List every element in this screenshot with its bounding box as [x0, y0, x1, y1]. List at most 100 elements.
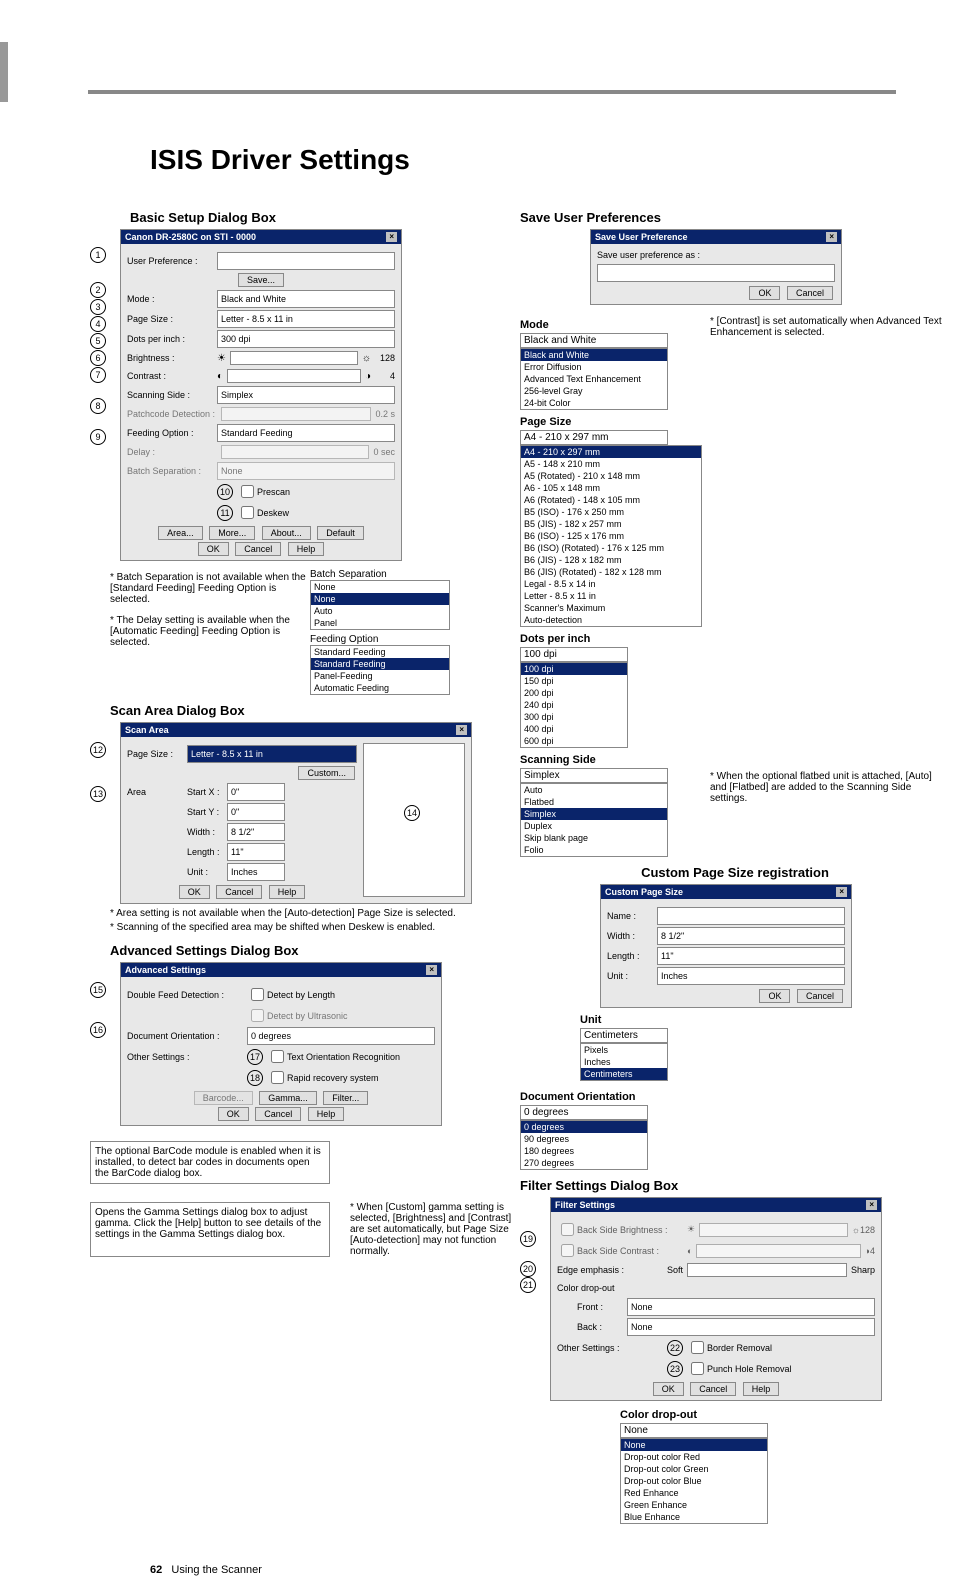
sa-ok-button[interactable]: OK: [179, 885, 210, 899]
width-field[interactable]: 8 1/2": [227, 823, 285, 841]
back-field[interactable]: None: [627, 1318, 875, 1336]
close-icon[interactable]: ×: [456, 725, 467, 735]
back-contrast-slider: [696, 1244, 860, 1258]
custom-dlg-title: Custom Page Size: [605, 887, 683, 897]
edge-slider[interactable]: [687, 1263, 847, 1277]
area-button[interactable]: Area...: [158, 526, 203, 540]
detect-length-check[interactable]: [251, 988, 264, 1001]
text-orient-check[interactable]: [271, 1050, 284, 1063]
batch-sep-list[interactable]: None None Auto Panel: [310, 580, 450, 630]
doc-orient-field[interactable]: 0 degrees: [247, 1027, 435, 1045]
brightness-slider[interactable]: [230, 351, 358, 365]
dropout-list[interactable]: None Drop-out color Red Drop-out color G…: [620, 1438, 768, 1524]
doc-orient-combo[interactable]: 0 degrees: [520, 1105, 648, 1120]
pagesize-field[interactable]: Letter - 8.5 x 11 in: [217, 310, 395, 328]
sp-cancel-button[interactable]: Cancel: [787, 286, 833, 300]
pagesize-list[interactable]: A4 - 210 x 297 mm A5 - 148 x 210 mm A5 (…: [520, 445, 702, 627]
save-button[interactable]: Save...: [238, 273, 284, 287]
mode-list[interactable]: Black and White Error Diffusion Advanced…: [520, 348, 668, 410]
punch-label: Punch Hole Removal: [707, 1364, 792, 1374]
close-icon[interactable]: ×: [866, 1200, 877, 1210]
save-pref-dialog: Save User Preference× Save user preferen…: [590, 229, 842, 305]
mode-combo[interactable]: Black and White: [520, 333, 668, 348]
filter-dlg-title: Filter Settings: [555, 1200, 615, 1210]
filter-ok-button[interactable]: OK: [653, 1382, 684, 1396]
scanside-field[interactable]: Simplex: [217, 386, 395, 404]
note-gamma: Opens the Gamma Settings dialog box to a…: [90, 1202, 330, 1257]
cp-length-field[interactable]: 11": [657, 947, 845, 965]
doc-orient-list[interactable]: 0 degrees 90 degrees 180 degrees 270 deg…: [520, 1120, 648, 1170]
patch-val: 0.2 s: [375, 409, 395, 419]
rapid-check[interactable]: [271, 1071, 284, 1084]
unit-head: Unit: [580, 1014, 950, 1026]
filter-help-button[interactable]: Help: [743, 1382, 780, 1396]
sa-cancel-button[interactable]: Cancel: [216, 885, 262, 899]
scanside-list[interactable]: Auto Flatbed Simplex Duplex Skip blank p…: [520, 783, 668, 857]
cp-name-lbl: Name :: [607, 911, 657, 921]
sp-ok-button[interactable]: OK: [749, 286, 780, 300]
dpi-field[interactable]: 300 dpi: [217, 330, 395, 348]
mode-field[interactable]: Black and White: [217, 290, 395, 308]
filter-button[interactable]: Filter...: [323, 1091, 368, 1105]
unit-field[interactable]: Inches: [227, 863, 285, 881]
save-pref-input[interactable]: [597, 264, 835, 282]
about-button[interactable]: About...: [262, 526, 311, 540]
close-icon[interactable]: ×: [826, 232, 837, 242]
top-border: [88, 90, 896, 94]
adv-help-button[interactable]: Help: [308, 1107, 345, 1121]
sa-pagesize-field[interactable]: Letter - 8.5 x 11 in: [187, 745, 357, 763]
close-icon[interactable]: ×: [426, 965, 437, 975]
ok-button[interactable]: OK: [198, 542, 229, 556]
startx-field[interactable]: 0": [227, 783, 285, 801]
sa-area-lbl: Area: [127, 787, 187, 797]
cp-ok-button[interactable]: OK: [759, 989, 790, 1003]
cp-name-field[interactable]: [657, 907, 845, 925]
mode-head: Mode: [520, 319, 700, 331]
cp-cancel-button[interactable]: Cancel: [797, 989, 843, 1003]
deskew-check[interactable]: [241, 506, 254, 519]
back-bright-check[interactable]: [561, 1223, 574, 1236]
custom-button[interactable]: Custom...: [298, 766, 355, 780]
close-icon[interactable]: ×: [836, 887, 847, 897]
feed-opt-list[interactable]: Standard Feeding Standard Feeding Panel-…: [310, 645, 450, 695]
sa-help-button[interactable]: Help: [269, 885, 306, 899]
note-flatbed: * When the optional flatbed unit is atta…: [710, 751, 950, 854]
default-button[interactable]: Default: [317, 526, 364, 540]
unit-list[interactable]: Pixels Inches Centimeters: [580, 1043, 668, 1081]
cancel-button[interactable]: Cancel: [235, 542, 281, 556]
basic-setup-title: Basic Setup Dialog Box: [130, 210, 520, 225]
scanside-combo[interactable]: Simplex: [520, 768, 668, 783]
detect-ultra-check: [251, 1009, 264, 1022]
starty-field[interactable]: 0": [227, 803, 285, 821]
filter-title: Filter Settings Dialog Box: [520, 1178, 950, 1193]
punch-check[interactable]: [691, 1362, 704, 1375]
brightness-label: Brightness :: [127, 353, 217, 363]
gamma-button[interactable]: Gamma...: [259, 1091, 317, 1105]
contrast-slider[interactable]: [227, 369, 361, 383]
front-field[interactable]: None: [627, 1298, 875, 1316]
basic-setup-dialog: Canon DR-2580C on STI - 0000× User Prefe…: [120, 229, 402, 561]
cp-unit-field[interactable]: Inches: [657, 967, 845, 985]
save-pref-dlg-title: Save User Preference: [595, 232, 688, 242]
dpi-list[interactable]: 100 dpi 150 dpi 200 dpi 240 dpi 300 dpi …: [520, 662, 628, 748]
pagesize-combo[interactable]: A4 - 210 x 297 mm: [520, 430, 668, 445]
unit-combo[interactable]: Centimeters: [580, 1028, 668, 1043]
back-contrast-check[interactable]: [561, 1244, 574, 1257]
more-button[interactable]: More...: [209, 526, 255, 540]
scanside-label: Scanning Side :: [127, 390, 217, 400]
dpi-combo[interactable]: 100 dpi: [520, 647, 628, 662]
feeding-field[interactable]: Standard Feeding: [217, 424, 395, 442]
dropout-combo[interactable]: None: [620, 1423, 768, 1438]
filter-cancel-button[interactable]: Cancel: [690, 1382, 736, 1396]
user-pref-field[interactable]: [217, 252, 395, 270]
adv-cancel-button[interactable]: Cancel: [255, 1107, 301, 1121]
length-field[interactable]: 11": [227, 843, 285, 861]
adv-ok-button[interactable]: OK: [218, 1107, 249, 1121]
back-contrast-val: 4: [870, 1246, 875, 1256]
cp-width-field[interactable]: 8 1/2": [657, 927, 845, 945]
filter-dialog: Filter Settings× Back Side Brightness :☀…: [550, 1197, 882, 1401]
prescan-check[interactable]: [241, 485, 254, 498]
help-button[interactable]: Help: [288, 542, 325, 556]
close-icon[interactable]: ×: [386, 232, 397, 242]
cp-width-lbl: Width :: [607, 931, 657, 941]
